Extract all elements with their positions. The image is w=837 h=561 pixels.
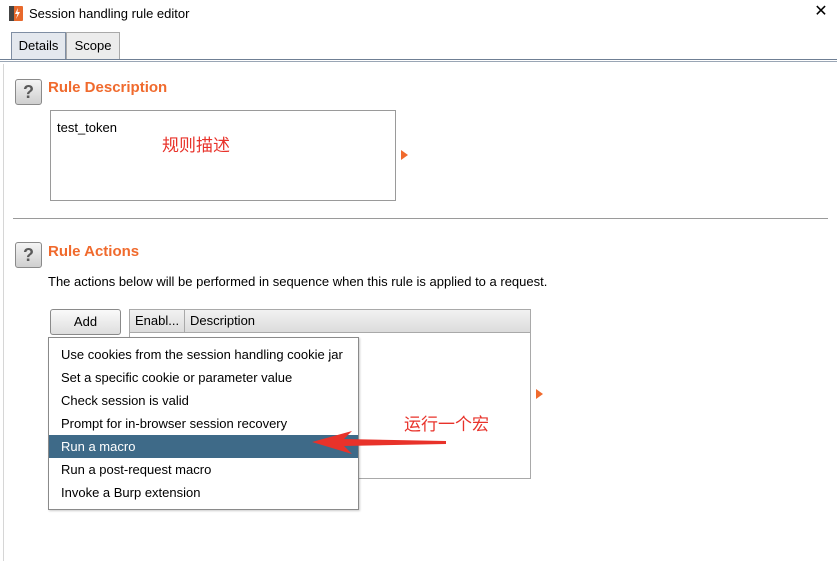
rule-description-help-icon[interactable]: ? — [15, 79, 42, 105]
add-action-menu: Use cookies from the session handling co… — [48, 337, 359, 510]
menu-item-set-cookie[interactable]: Set a specific cookie or parameter value — [49, 366, 358, 389]
table-header: Enabl... Description — [130, 310, 530, 333]
close-icon[interactable]: ✕ — [812, 3, 830, 21]
rule-actions-title: Rule Actions — [48, 243, 140, 260]
tab-details[interactable]: Details — [11, 32, 66, 60]
column-header-enabled[interactable]: Enabl... — [130, 310, 185, 332]
menu-item-check-session[interactable]: Check session is valid — [49, 389, 358, 412]
menu-item-post-request-macro[interactable]: Run a post-request macro — [49, 458, 358, 481]
window-title: Session handling rule editor — [29, 6, 190, 21]
add-button[interactable]: Add — [50, 309, 121, 335]
burp-app-icon — [9, 6, 23, 21]
rule-description-title: Rule Description — [48, 79, 168, 96]
expand-right-icon[interactable] — [536, 389, 543, 399]
rule-actions-instructions: The actions below will be performed in s… — [48, 274, 548, 289]
section-divider — [13, 218, 828, 219]
menu-item-invoke-extension[interactable]: Invoke a Burp extension — [49, 481, 358, 504]
rule-description-annotation: 规则描述 — [162, 136, 230, 156]
rule-actions-help-icon[interactable]: ? — [15, 242, 42, 268]
expand-right-icon[interactable] — [401, 150, 408, 160]
tab-scope[interactable]: Scope — [66, 32, 120, 60]
menu-item-use-cookies[interactable]: Use cookies from the session handling co… — [49, 343, 358, 366]
run-macro-annotation: 运行一个宏 — [404, 415, 489, 435]
tab-divider — [0, 59, 837, 62]
tab-bar: Details Scope — [0, 31, 837, 60]
column-header-description[interactable]: Description — [185, 310, 530, 332]
title-bar: Session handling rule editor ✕ — [0, 0, 837, 28]
